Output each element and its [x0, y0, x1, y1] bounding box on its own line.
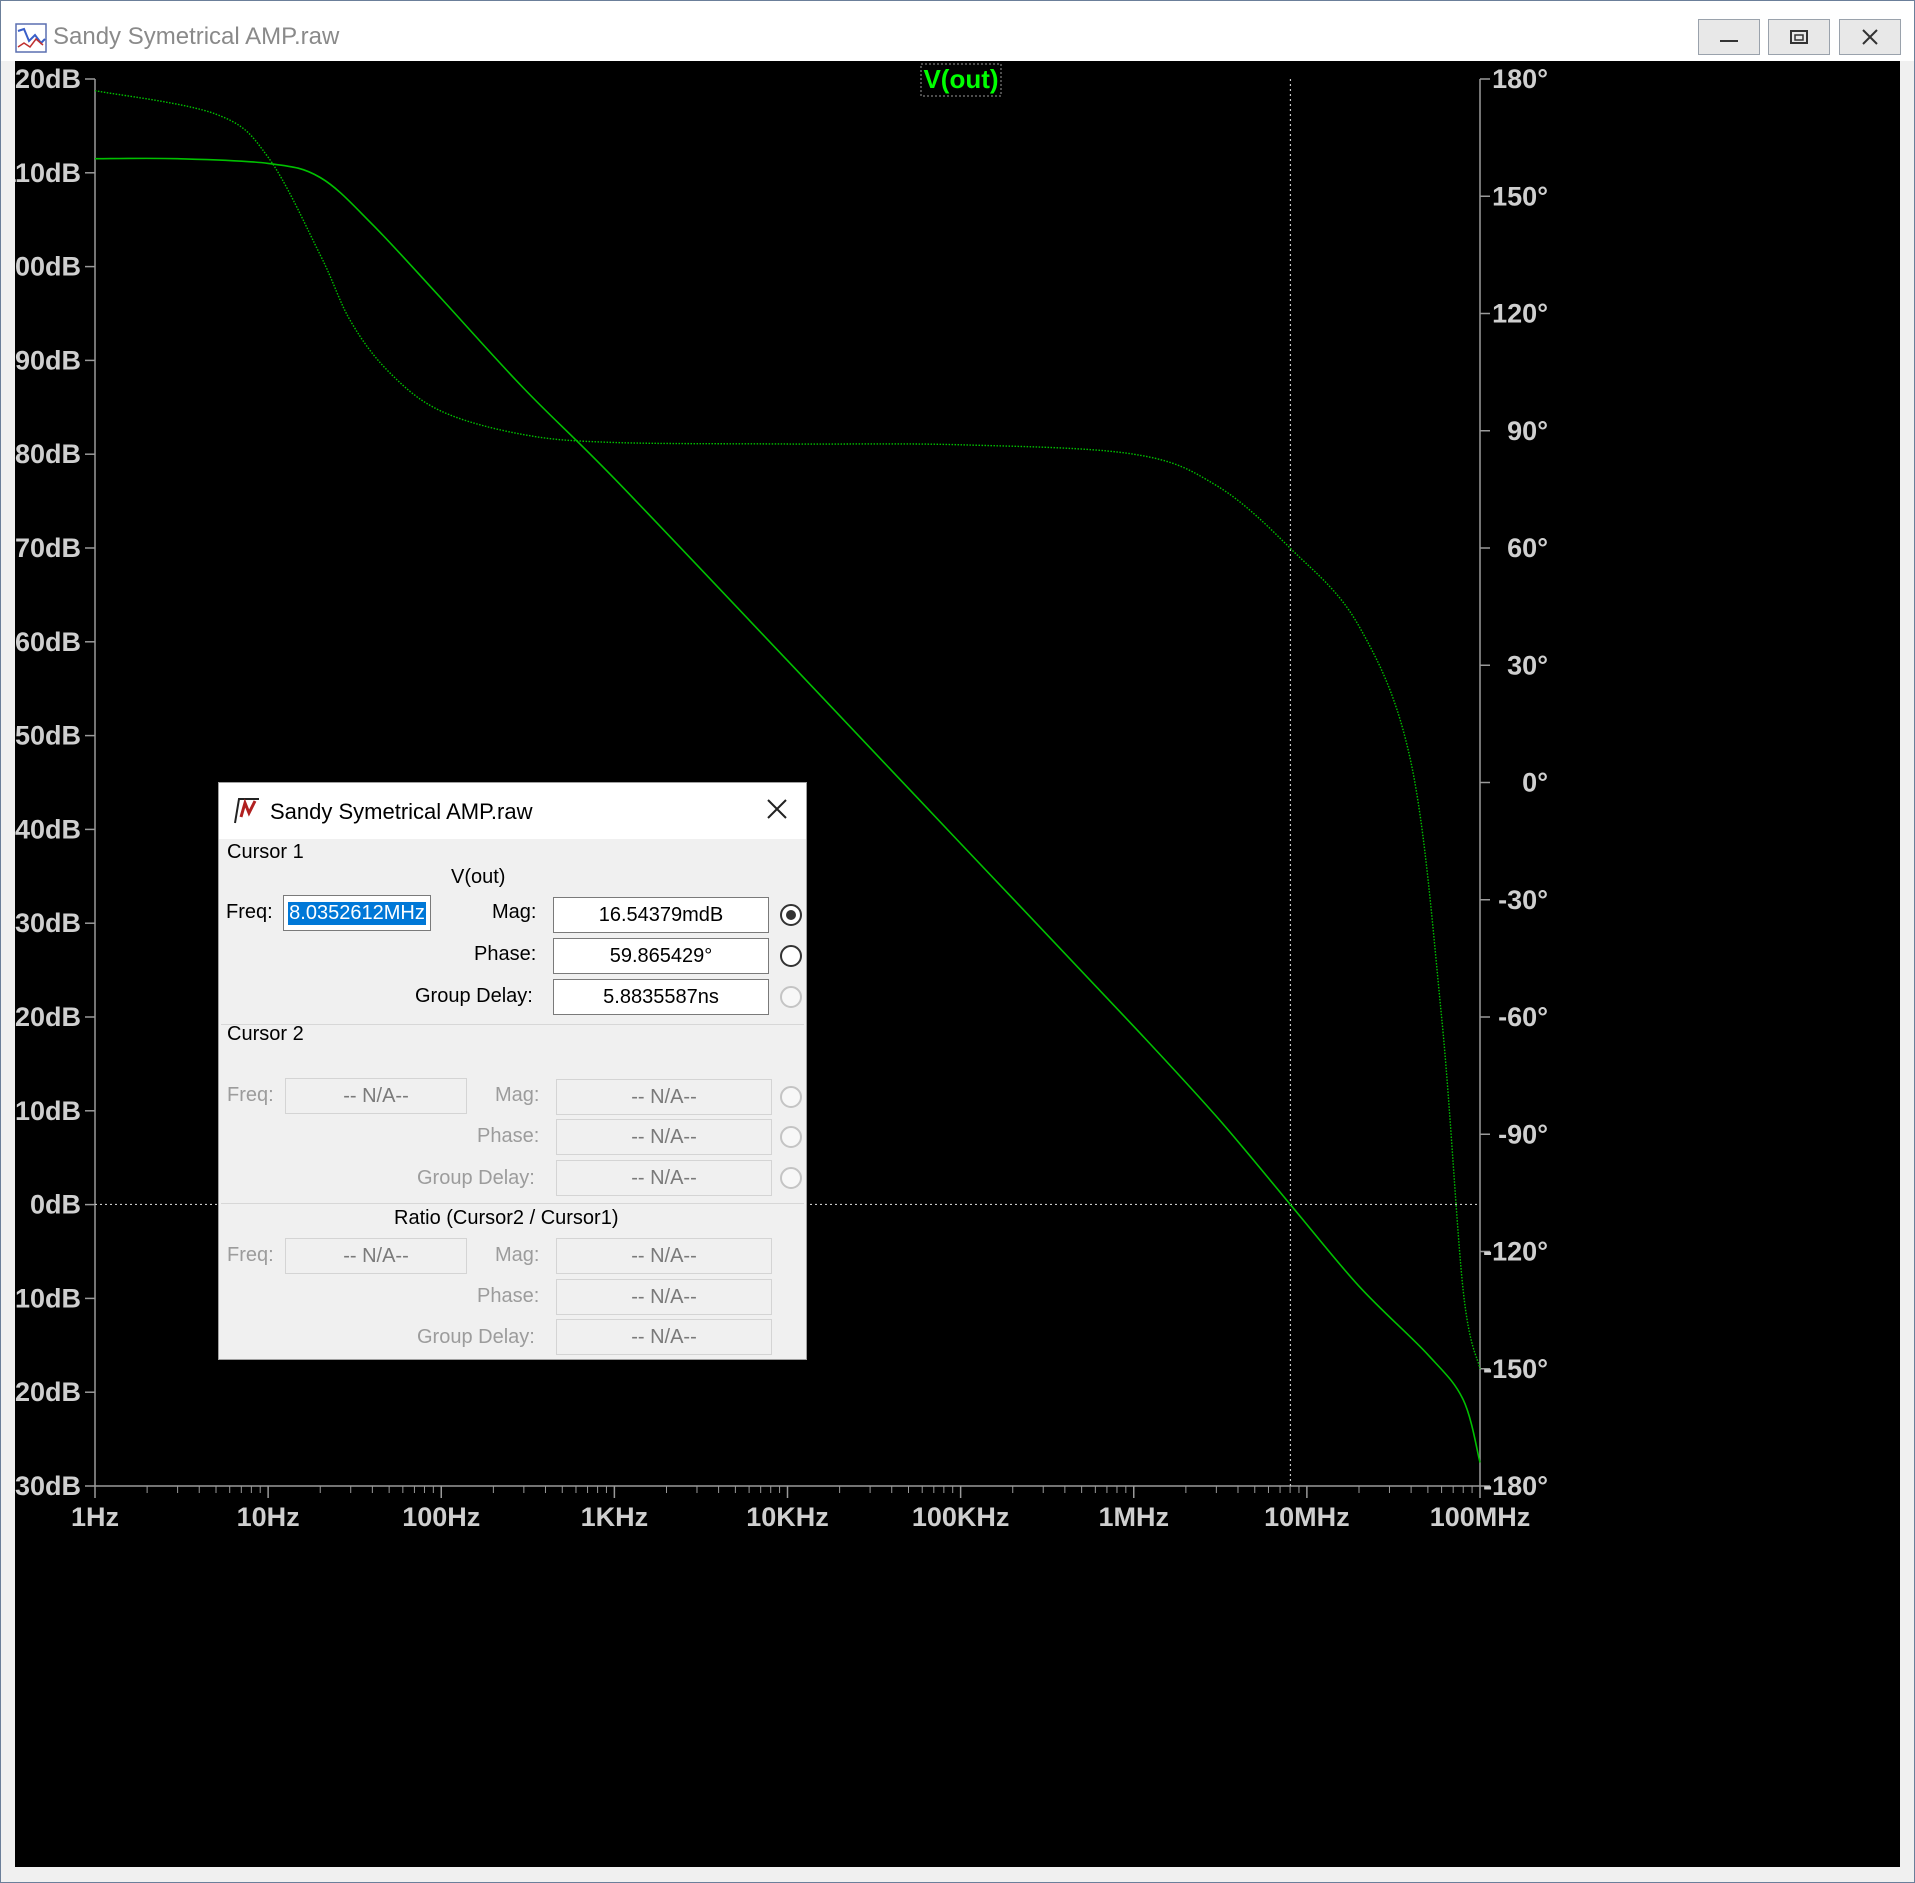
cursor2-heading: Cursor 2 — [227, 1023, 304, 1045]
y-right-tick-label: -90° — [1498, 1119, 1548, 1149]
y-left-tick-label: 50dB — [15, 721, 81, 751]
x-tick-label: 1Hz — [71, 1502, 119, 1532]
cursor2-phase-field[interactable]: -- N/A-- — [556, 1119, 772, 1155]
ratio-mag-field[interactable]: -- N/A-- — [556, 1238, 772, 1274]
y-left-tick-label: 70dB — [15, 533, 81, 563]
trace-label-box[interactable]: V(out) — [920, 63, 1002, 97]
cursor1-group-delay-field[interactable]: 5.8835587ns — [553, 979, 769, 1015]
window-titlebar[interactable]: Sandy Symetrical AMP.raw — [1, 1, 1914, 61]
minimize-icon — [1720, 40, 1738, 42]
y-right-tick-label: -30° — [1498, 885, 1548, 915]
cursor1-group-delay-radio[interactable] — [780, 986, 802, 1008]
cursor2-mag-label: Mag: — [495, 1084, 540, 1106]
y-left-tick-label: 30dB — [15, 908, 81, 938]
y-right-tick-label: -150° — [1483, 1354, 1548, 1384]
y-left-tick-label: -10dB — [15, 1283, 81, 1313]
cursor1-trace-name: V(out) — [451, 866, 506, 888]
x-tick-label: 10MHz — [1264, 1502, 1350, 1532]
ratio-freq-label: Freq: — [227, 1244, 274, 1266]
y-right-tick-label: -60° — [1498, 1002, 1548, 1032]
y-right-tick-label: -120° — [1483, 1237, 1548, 1267]
y-right-tick-label: 180° — [1492, 64, 1548, 94]
waveform-viewer-icon — [15, 23, 47, 53]
y-left-tick-label: 40dB — [15, 814, 81, 844]
x-tick-label: 100Hz — [402, 1502, 480, 1532]
cursor2-group-delay-label: Group Delay: — [417, 1167, 535, 1189]
cursor1-phase-radio[interactable] — [780, 945, 802, 967]
divider — [221, 1024, 804, 1025]
ratio-group-delay-label: Group Delay: — [417, 1326, 535, 1348]
window-title: Sandy Symetrical AMP.raw — [53, 23, 340, 50]
x-tick-label: 100KHz — [912, 1502, 1010, 1532]
y-left-tick-label: 0dB — [30, 1190, 81, 1220]
cursor2-mag-radio[interactable] — [780, 1086, 802, 1108]
ratio-group-delay-field[interactable]: -- N/A-- — [556, 1319, 772, 1355]
close-button[interactable] — [1839, 19, 1901, 55]
waveform-window: Sandy Symetrical AMP.raw 1Hz 10Hz 100Hz 1KH… — [0, 0, 1915, 1883]
y-right-tick-label: 150° — [1492, 181, 1548, 211]
y-left-tick-label: 110dB — [15, 158, 81, 188]
cursor1-mag-field[interactable]: 16.54379mdB — [553, 897, 769, 933]
ratio-phase-label: Phase: — [477, 1285, 540, 1307]
cursor1-freq-label: Freq: — [226, 901, 273, 923]
cursor1-heading: Cursor 1 — [227, 841, 304, 863]
cursor1-phase-field[interactable]: 59.865429° — [553, 938, 769, 974]
maximize-button[interactable] — [1768, 19, 1830, 55]
maximize-icon — [1790, 30, 1808, 44]
cursor1-mag-radio[interactable] — [780, 904, 802, 926]
cursor2-phase-radio[interactable] — [780, 1126, 802, 1148]
ratio-phase-field[interactable]: -- N/A-- — [556, 1279, 772, 1315]
y-right-tick-label: 120° — [1492, 299, 1548, 329]
y-left-tick-label: 10dB — [15, 1096, 81, 1126]
y-right-tick-label: -180° — [1483, 1471, 1548, 1501]
cursor2-group-delay-radio[interactable] — [780, 1167, 802, 1189]
cursor2-freq-label: Freq: — [227, 1084, 274, 1106]
divider — [221, 1203, 804, 1204]
cursor2-mag-field[interactable]: -- N/A-- — [556, 1079, 772, 1115]
x-tick-label: 10Hz — [237, 1502, 300, 1532]
dialog-titlebar[interactable]: Sandy Symetrical AMP.raw — [219, 783, 806, 839]
y-right-tick-label: 0° — [1522, 768, 1548, 798]
y-left-tick-label: 120dB — [15, 64, 81, 94]
x-tick-label: 1MHz — [1098, 1502, 1169, 1532]
cursor-dialog[interactable]: Sandy Symetrical AMP.raw Cursor 1 V(out)… — [218, 782, 807, 1360]
close-icon[interactable] — [763, 795, 791, 823]
y-left-tick-label: 80dB — [15, 439, 81, 469]
ratio-freq-field[interactable]: -- N/A-- — [285, 1238, 467, 1274]
ltspice-logo-icon — [234, 798, 259, 824]
y-left-tick-label: -20dB — [15, 1377, 81, 1407]
dialog-title: Sandy Symetrical AMP.raw — [270, 799, 533, 824]
ratio-heading: Ratio (Cursor2 / Cursor1) — [394, 1207, 619, 1229]
y-right-tick-label: 90° — [1507, 416, 1548, 446]
cursor2-phase-label: Phase: — [477, 1125, 540, 1147]
cursor1-phase-label: Phase: — [474, 943, 537, 965]
cursor1-mag-label: Mag: — [492, 901, 537, 923]
x-tick-label: 1KHz — [581, 1502, 649, 1532]
cursor1-freq-field[interactable]: 8.0352612MHz — [283, 895, 431, 931]
y-left-tick-label: 20dB — [15, 1002, 81, 1032]
y-right-tick-label: 30° — [1507, 650, 1548, 680]
trace-label[interactable]: V(out) — [923, 64, 998, 94]
cursor2-group-delay-field[interactable]: -- N/A-- — [556, 1160, 772, 1196]
y-left-tick-label: 90dB — [15, 345, 81, 375]
y-left-tick-label: 100dB — [15, 252, 81, 282]
cursor1-group-delay-label: Group Delay: — [415, 985, 533, 1007]
close-icon — [1862, 29, 1878, 45]
y-right-tick-label: 60° — [1507, 533, 1548, 563]
cursor2-freq-field[interactable]: -- N/A-- — [285, 1078, 467, 1114]
x-tick-label: 10KHz — [746, 1502, 829, 1532]
y-left-tick-label: -30dB — [15, 1471, 81, 1501]
ratio-mag-label: Mag: — [495, 1244, 540, 1266]
y-left-tick-label: 60dB — [15, 627, 81, 657]
cursor1-freq-value: 8.0352612MHz — [288, 901, 426, 925]
minimize-button[interactable] — [1698, 19, 1760, 55]
x-tick-label: 100MHz — [1430, 1502, 1531, 1532]
